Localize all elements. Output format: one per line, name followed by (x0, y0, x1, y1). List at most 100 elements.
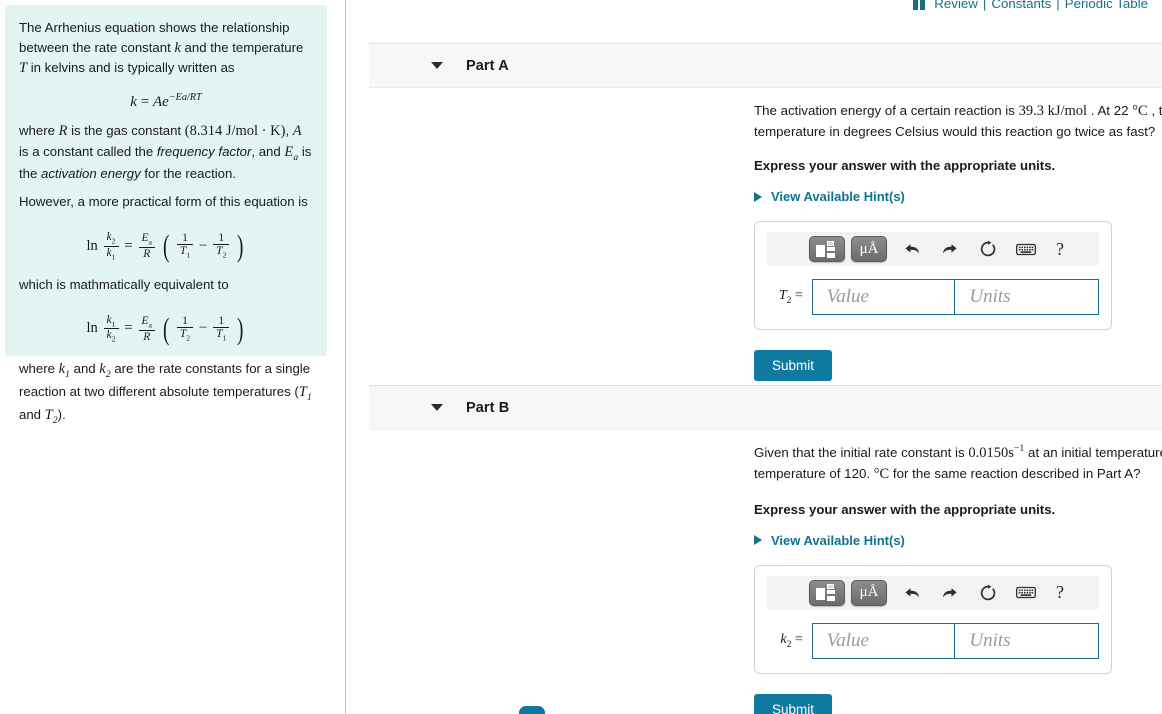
units-button[interactable]: μÅ (851, 579, 887, 606)
part-a-header[interactable]: Part A (369, 43, 1162, 88)
util-separator-1: | (982, 0, 987, 11)
problem-column: Review | Constants | Periodic Table Part… (346, 0, 1162, 714)
eq2-one-b: 1 (213, 232, 230, 246)
chevron-right-icon[interactable] (754, 191, 762, 202)
part-b-units-input[interactable]: Units (955, 622, 1099, 659)
intro-p1-seg3: in kelvins and is typically written as (27, 60, 235, 76)
template-grid-icon (816, 240, 838, 258)
undo-icon[interactable] (893, 234, 931, 264)
redo-icon[interactable] (931, 234, 969, 264)
eq1-A: A (152, 93, 163, 110)
pa-activation-energy-value: 39.3 kJ/mol (1018, 102, 1088, 119)
undo-icon[interactable] (893, 578, 931, 608)
periodic-table-link[interactable]: Periodic Table (1065, 0, 1148, 11)
part-a-body: The activation energy of a certain react… (754, 100, 1162, 382)
intro-p2-Ea: Ea (284, 143, 299, 163)
template-grid-icon (816, 584, 838, 602)
template-grid-button[interactable] (809, 236, 845, 263)
reset-icon[interactable] (969, 234, 1007, 264)
eq3-inv-t2: 1 T2 (176, 315, 194, 343)
part-a-hint-toggle[interactable]: View Available Hint(s) (754, 189, 905, 204)
part-a-value-input[interactable]: Value (811, 279, 956, 316)
part-b-question: Given that the initial rate constant is … (754, 442, 1162, 485)
pa-temp-unit-1: °C (1132, 102, 1148, 119)
intro-p1-T: T (19, 60, 28, 77)
part-b-hint-label: View Available Hint(s) (771, 532, 905, 548)
eq2-equals: = (124, 237, 133, 254)
blocks-icon (913, 0, 927, 10)
eq3-k-den: k2 (106, 329, 116, 344)
eq3-paren-close: ) (237, 310, 244, 346)
help-icon[interactable]: ? (1045, 239, 1075, 260)
eq3-t1: T1 (216, 328, 227, 343)
bottom-feedback-tab[interactable] (519, 706, 545, 714)
help-icon[interactable]: ? (1045, 582, 1075, 603)
part-b-value-input[interactable]: Value (811, 622, 956, 659)
eq2-inv-t1: 1 T1 (176, 232, 194, 260)
intro-p2-seg4: is a constant called the (19, 143, 157, 159)
constants-link[interactable]: Constants (991, 0, 1051, 11)
redo-icon[interactable] (931, 578, 969, 608)
template-grid-button[interactable] (809, 579, 845, 606)
keyboard-icon[interactable] (1007, 578, 1045, 608)
part-a-submit-button[interactable]: Submit (754, 350, 833, 382)
eq1-e: e (162, 93, 169, 110)
intro-p5-k2: k2 (99, 360, 111, 380)
pb-temp-unit-2: °C (873, 465, 890, 482)
chevron-right-icon[interactable] (754, 535, 762, 546)
review-link[interactable]: Review (934, 0, 978, 11)
pb-q-seg1: Given that the initial rate constant is (754, 444, 969, 460)
eq2-minus: − (198, 237, 208, 254)
intro-p2-seg1: where (19, 123, 59, 139)
eq2-k-num: k2 (103, 231, 119, 247)
arrhenius-intro-panel: The Arrhenius equation shows the relatio… (5, 5, 327, 426)
eq2-t2: T2 (216, 245, 227, 260)
intro-p5-seg5: ). (57, 406, 66, 422)
chevron-down-icon[interactable] (431, 404, 443, 411)
eq3-t2: T2 (179, 328, 191, 343)
intro-p5-T1: T1 (298, 383, 312, 403)
part-b-submit-button[interactable]: Submit (754, 693, 833, 714)
eq3-paren-open: ( (162, 310, 170, 346)
reset-icon[interactable] (969, 578, 1007, 608)
intro-p2-frequency-factor: frequency factor (156, 143, 252, 159)
pb-rate-constant-value: 0.0150s−1 (968, 443, 1025, 461)
eq3-one-a: 1 (176, 315, 194, 329)
eq2-k-ratio: k2 k1 (103, 231, 119, 261)
intro-p2-seg3: , (285, 123, 293, 139)
eq2-one-a: 1 (176, 232, 194, 246)
part-a-units-input[interactable]: Units (955, 279, 1099, 316)
intro-paragraph-2: where R is the gas constant (8.314 J/mol… (19, 121, 313, 183)
page-root: The Arrhenius equation shows the relatio… (0, 0, 1162, 714)
eq3-k-ratio: k1 k2 (103, 314, 119, 344)
eq2-k-den: k1 (106, 246, 116, 261)
intro-p2-seg7: for the reaction. (140, 165, 236, 181)
part-b-hint-toggle[interactable]: View Available Hint(s) (754, 533, 905, 548)
util-separator-2: | (1056, 0, 1060, 11)
eq1-k: k (130, 93, 137, 110)
part-b-header[interactable]: Part B (369, 385, 1162, 430)
equation-arrhenius: k = Ae−Ea/RT (19, 91, 313, 113)
intro-p5-k1: k1 (58, 360, 70, 380)
intro-p2-seg2: is the gas constant (67, 123, 185, 139)
eq3-k-num: k1 (103, 314, 119, 330)
part-b-instruction: Express your answer with the appropriate… (754, 501, 1056, 517)
chevron-down-icon[interactable] (431, 62, 443, 69)
part-b-answer-row: k2 = Value Units (767, 622, 1099, 659)
equation-practical-1: ln k2 k1 = Ea R ( 1 T1 − 1 T2) (19, 224, 313, 268)
part-a-math-toolbar: μÅ ? (767, 232, 1099, 267)
part-b-body: Given that the initial rate constant is … (754, 442, 1162, 714)
eq2-paren-open: ( (162, 228, 170, 264)
eq3-equals: = (124, 320, 133, 337)
part-a-answer-box: μÅ ? T2 = Value Units (754, 221, 1112, 331)
intro-p5-seg4: and (19, 406, 45, 422)
part-a-answer-label: T2 = (778, 288, 803, 306)
units-button[interactable]: μÅ (851, 236, 887, 263)
eq2-ln: ln (86, 237, 98, 254)
mu-angstrom-icon: μÅ (859, 240, 879, 257)
intro-paragraph-1: The Arrhenius equation shows the relatio… (19, 19, 313, 79)
part-a-question: The activation energy of a certain react… (754, 100, 1162, 141)
eq2-r: R (143, 247, 151, 260)
eq3-ln: ln (86, 320, 98, 337)
keyboard-icon[interactable] (1007, 234, 1045, 264)
